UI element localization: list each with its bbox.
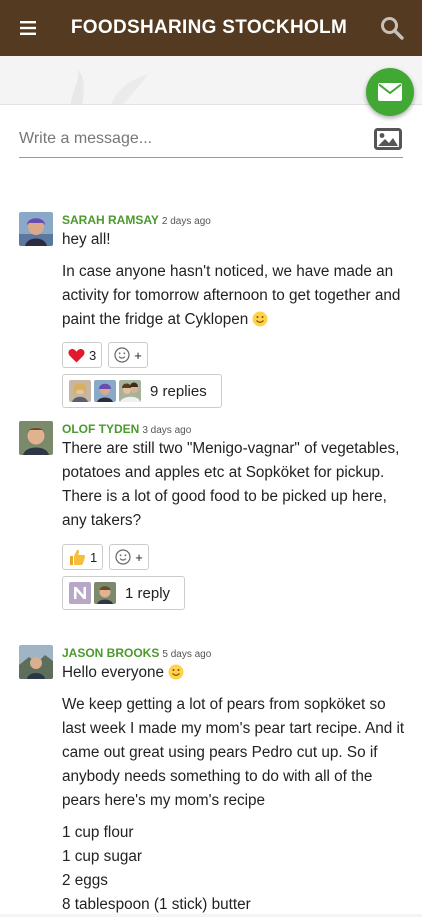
replies-count: 1 reply [125, 584, 171, 602]
hamburger-menu-icon [20, 21, 36, 35]
replies-button[interactable]: 9 replies [62, 374, 222, 408]
leaf-illustration-icon [70, 70, 148, 104]
recipe-item: 2 eggs [62, 872, 108, 889]
post-author[interactable]: OLOF TYDEN [62, 422, 139, 436]
avatar[interactable] [19, 645, 53, 679]
post-author[interactable]: JASON BROOKS [62, 646, 159, 660]
reaction-chip[interactable]: 3 [62, 342, 103, 368]
recipe-item: 1 cup flour [62, 824, 134, 841]
add-emoji-icon [114, 347, 130, 363]
reaction-bar: 3 + [62, 342, 407, 368]
reply-avatar [69, 582, 91, 604]
background-illustration [0, 56, 422, 104]
image-icon [374, 127, 402, 150]
reaction-bar: 1 + [62, 544, 407, 570]
search-button[interactable] [362, 0, 422, 56]
message-input[interactable] [19, 129, 373, 148]
replies-count: 9 replies [150, 382, 207, 400]
post-text: hey all! [62, 231, 111, 248]
smiley-emoji-icon [168, 664, 184, 680]
add-emoji-icon [115, 549, 131, 565]
reply-avatar [94, 582, 116, 604]
reply-avatar [94, 380, 116, 402]
smiley-emoji-icon [252, 311, 268, 327]
search-icon [381, 17, 404, 40]
reaction-count: 1 [90, 549, 98, 565]
add-reaction-button[interactable]: + [108, 342, 148, 368]
page-title: FOODSHARING STOCKHOLM [70, 17, 348, 38]
new-message-button[interactable] [366, 68, 414, 116]
message-composer [19, 120, 403, 158]
post-content: JASON BROOKS 5 days ago Hello everyone We… [62, 645, 407, 917]
envelope-icon [378, 83, 402, 101]
reply-avatar [119, 380, 141, 402]
post-paragraph: We keep getting a lot of pears from sopk… [62, 696, 405, 809]
post-time: 2 days ago [161, 216, 211, 227]
post-time: 5 days ago [162, 649, 212, 660]
add-reaction-button[interactable]: + [109, 544, 149, 570]
replies-button[interactable]: 1 reply [62, 576, 186, 610]
reaction-chip[interactable]: 1 [62, 544, 104, 570]
avatar[interactable] [19, 421, 53, 455]
attach-image-button[interactable] [373, 126, 403, 152]
post-time: 3 days ago [142, 425, 192, 436]
heart-icon [68, 348, 85, 362]
recipe-item: 8 tablespoon (1 stick) butter [62, 896, 251, 913]
post-text: There is a lot of good food to be picked… [62, 488, 387, 529]
post-content: SARAH RAMSAY 2 days ago hey all! In case … [62, 212, 407, 408]
add-reaction-plus: + [135, 549, 143, 565]
reaction-count: 3 [89, 347, 97, 363]
menu-button[interactable] [0, 0, 56, 56]
thumbs-up-icon [70, 549, 86, 565]
recipe-list: 1 cup flour 1 cup sugar 2 eggs 8 tablesp… [62, 821, 407, 917]
recipe-item: 1 cup sugar [62, 848, 142, 865]
add-reaction-plus: + [134, 347, 142, 363]
post-text: There are still two "Menigo-vagnar" of v… [62, 440, 400, 481]
post-paragraph: In case anyone hasn't noticed, we have m… [62, 263, 401, 328]
avatar[interactable] [19, 212, 53, 246]
post-text: Hello everyone [62, 661, 407, 685]
post-author[interactable]: SARAH RAMSAY [62, 213, 159, 227]
reply-avatar [69, 380, 91, 402]
post-content: OLOF TYDEN 3 days ago There are still two… [62, 421, 407, 610]
top-app-bar: FOODSHARING STOCKHOLM [0, 0, 422, 56]
